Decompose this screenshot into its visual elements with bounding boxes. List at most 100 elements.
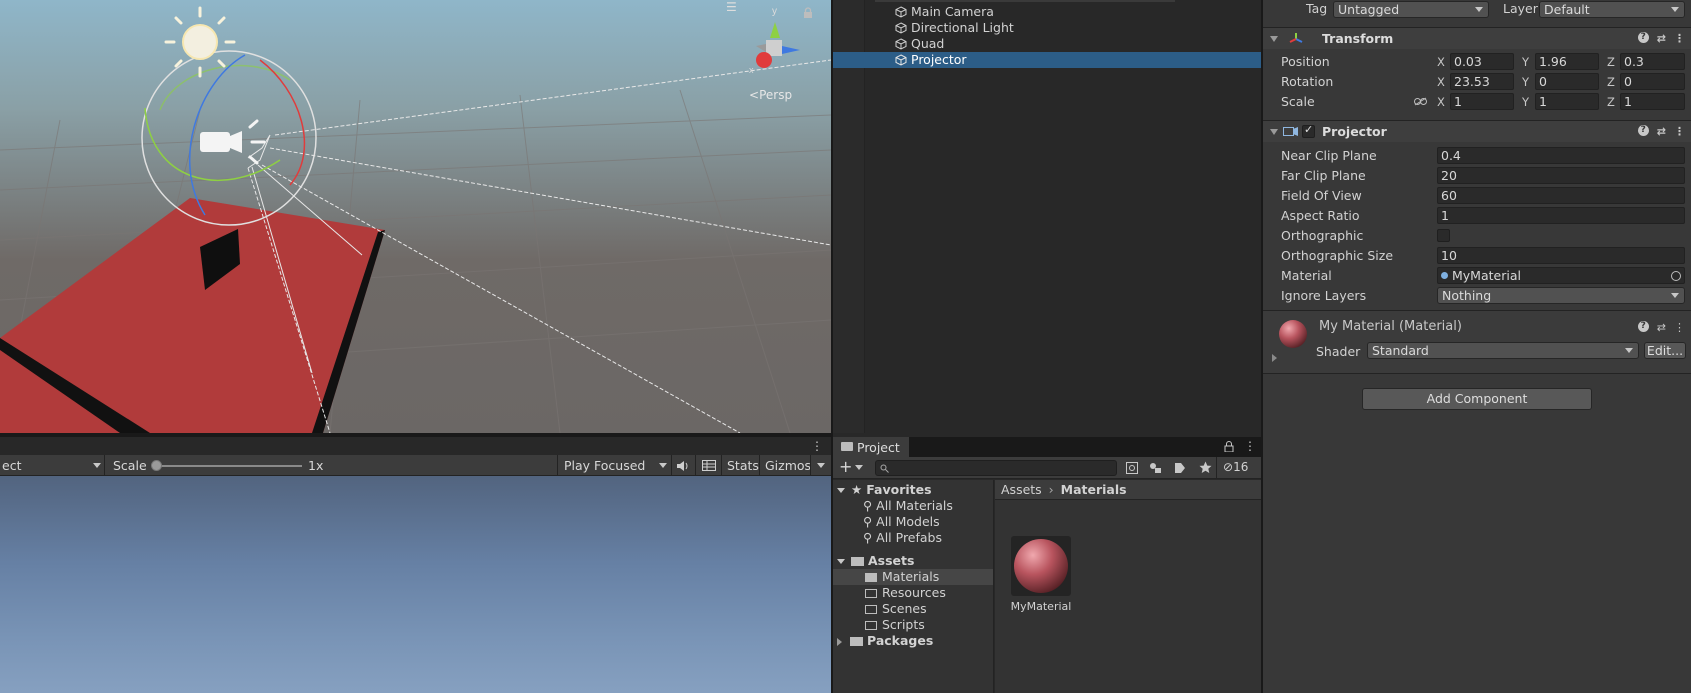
tag-dropdown[interactable]: Untagged	[1333, 1, 1489, 18]
fov-field[interactable]: 60	[1437, 187, 1685, 204]
transform-header[interactable]: Transform ? ⇄ ⋮	[1263, 27, 1691, 49]
breadcrumb-root[interactable]: Assets	[1001, 482, 1042, 497]
asset-item[interactable]: MyMaterial	[995, 502, 1087, 622]
hierarchy-item[interactable]: Directional Light	[833, 20, 1261, 36]
orthographic-checkbox[interactable]	[1437, 229, 1450, 242]
scale-x-field[interactable]: 1	[1450, 93, 1514, 110]
hierarchy-item[interactable]: Main Camera	[833, 4, 1261, 20]
help-icon[interactable]: ?	[1637, 125, 1649, 136]
persp-arrow-icon: <	[749, 88, 760, 102]
chevron-down-icon	[659, 463, 667, 468]
position-z-field[interactable]: 0.3	[1620, 53, 1685, 70]
scale-slider-track[interactable]	[156, 465, 302, 467]
tree-item-all-prefabs[interactable]: ⚲ All Prefabs	[863, 530, 942, 546]
hidden-packages-toggle[interactable]: ⊘16	[1223, 460, 1248, 474]
position-y-field[interactable]: 1.96	[1535, 53, 1599, 70]
tree-assets[interactable]: Assets	[837, 553, 914, 569]
add-component-button[interactable]: Add Component	[1362, 388, 1592, 410]
gameobject-cube-icon	[895, 54, 907, 66]
help-icon[interactable]: ?	[1637, 321, 1649, 332]
help-icon[interactable]: ?	[1637, 32, 1649, 43]
chevron-down-icon	[837, 488, 845, 493]
scale-y-field[interactable]: 1	[1535, 93, 1599, 110]
aspect-ratio-field[interactable]: 1	[1437, 207, 1685, 224]
label-tag-icon[interactable]	[1174, 462, 1186, 474]
far-clip-field[interactable]: 20	[1437, 167, 1685, 184]
persp-toggle[interactable]: <Persp	[749, 88, 792, 102]
preset-icon[interactable]: ⇄	[1657, 125, 1666, 138]
tree-packages[interactable]: Packages	[837, 633, 933, 649]
tree-item-all-models[interactable]: ⚲ All Models	[863, 514, 940, 530]
rotation-z-field[interactable]: 0	[1620, 73, 1685, 90]
aspect-ratio-label: Aspect Ratio	[1281, 208, 1360, 223]
tree-item-materials-selected[interactable]: Materials	[833, 569, 993, 585]
material-title: My Material (Material)	[1319, 319, 1462, 334]
chevron-down-icon	[837, 559, 845, 564]
ignore-layers-dropdown[interactable]: Nothing	[1437, 287, 1685, 304]
scale-slider-handle[interactable]	[151, 460, 162, 471]
tree-favorites-label: Favorites	[866, 482, 932, 497]
tree-item-all-materials[interactable]: ⚲ All Materials	[863, 498, 953, 514]
layer-dropdown[interactable]: Default	[1539, 1, 1685, 18]
orthographic-label: Orthographic	[1281, 228, 1364, 243]
lock-icon[interactable]	[802, 7, 814, 19]
gizmos-chevron-down-icon[interactable]	[817, 463, 825, 468]
projector-enabled-checkbox[interactable]: ✓	[1302, 123, 1315, 138]
hierarchy-item[interactable]: Quad	[833, 36, 1261, 52]
scene-view[interactable]: y x ☰ <Persp	[0, 0, 831, 433]
search-input[interactable]	[875, 460, 1117, 476]
material-thumbnail	[1011, 536, 1071, 596]
hidden-count: 16	[1233, 460, 1249, 474]
tree-packages-label: Packages	[867, 633, 934, 648]
rotation-y-field[interactable]: 0	[1535, 73, 1599, 90]
more-options-icon[interactable]: ⋮	[1674, 321, 1685, 334]
tab-project[interactable]: Project	[833, 437, 909, 457]
display-dropdown[interactable]: ect	[2, 455, 102, 476]
projector-header[interactable]: ✓ Projector ? ⇄ ⋮	[1263, 120, 1691, 142]
search-by-type-icon[interactable]	[1126, 462, 1138, 474]
more-options-icon[interactable]: ⋮	[1244, 439, 1256, 453]
search-icon	[880, 464, 889, 473]
object-picker-icon[interactable]	[1671, 271, 1681, 281]
gizmos-button[interactable]: Gizmos	[765, 455, 811, 476]
lock-icon[interactable]	[1224, 441, 1234, 452]
ignore-layers-value: Nothing	[1442, 288, 1492, 303]
gameobject-cube-icon	[895, 6, 907, 18]
more-options-icon[interactable]: ⋮	[1674, 32, 1685, 45]
edit-shader-button[interactable]: Edit...	[1644, 342, 1686, 359]
mute-audio-icon[interactable]	[676, 455, 690, 476]
tree-item-scripts[interactable]: Scripts	[865, 617, 925, 633]
near-clip-field[interactable]: 0.4	[1437, 147, 1685, 164]
favorite-star-icon[interactable]	[1199, 461, 1212, 474]
tree-item-label: All Materials	[876, 498, 953, 513]
rotation-x-field[interactable]: 23.53	[1450, 73, 1514, 90]
stats-grid-icon[interactable]	[702, 455, 716, 476]
tree-item-scenes[interactable]: Scenes	[865, 601, 927, 617]
tree-item-resources[interactable]: Resources	[865, 585, 946, 601]
create-plus-button[interactable]: +	[839, 458, 864, 476]
foldout-arrow-icon[interactable]	[1272, 354, 1277, 362]
material-object-field[interactable]: MyMaterial	[1437, 267, 1685, 284]
shader-value: Standard	[1372, 343, 1429, 358]
stats-button[interactable]: Stats	[727, 455, 759, 476]
shader-dropdown[interactable]: Standard	[1367, 342, 1639, 359]
chevron-down-icon	[1625, 348, 1633, 353]
filter-type-icon[interactable]	[1149, 462, 1163, 474]
preset-icon[interactable]: ⇄	[1657, 32, 1666, 45]
asset-item-label: MyMaterial	[1010, 600, 1072, 613]
search-icon: ⚲	[863, 498, 873, 513]
inspector-panel: Tag Untagged Layer Default Transform ? ⇄ ⋮…	[1263, 0, 1691, 693]
preset-icon[interactable]: ⇄	[1657, 321, 1666, 334]
scale-z-field[interactable]: 1	[1620, 93, 1685, 110]
play-mode-dropdown[interactable]: Play Focused	[564, 455, 670, 476]
constrain-proportions-icon[interactable]	[1414, 97, 1427, 106]
scene-menu-icon[interactable]: ☰	[726, 0, 737, 14]
tree-favorites[interactable]: ★ Favorites	[837, 482, 932, 498]
position-x-field[interactable]: 0.03	[1450, 53, 1514, 70]
hierarchy-item-selected[interactable]: Projector	[833, 52, 1261, 68]
project-file-browser: Assets › Materials MyMaterial	[995, 480, 1261, 693]
more-options-icon[interactable]: ⋮	[1674, 125, 1685, 138]
more-options-icon[interactable]: ⋮	[811, 439, 823, 453]
ortho-size-field[interactable]: 10	[1437, 247, 1685, 264]
game-view[interactable]	[0, 476, 831, 693]
